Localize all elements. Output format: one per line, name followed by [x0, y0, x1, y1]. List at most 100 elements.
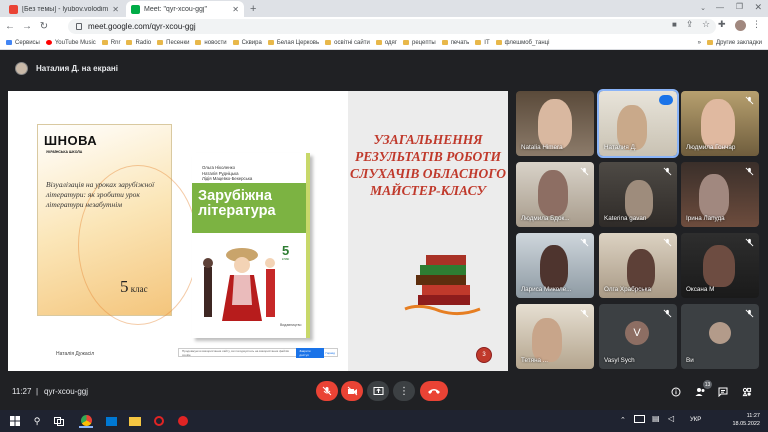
language-indicator[interactable]: УКР — [690, 417, 701, 423]
participant-tile[interactable]: Олга Храбрська — [599, 233, 677, 298]
minimize-icon[interactable]: — — [716, 3, 724, 12]
bookmark-item[interactable]: Песенки — [157, 40, 189, 46]
file-explorer-icon[interactable] — [128, 414, 142, 428]
tab-label: Meet: "qyr-xcou-ggj" — [144, 5, 207, 13]
meeting-details-button[interactable] — [670, 386, 682, 398]
mic-off-icon — [663, 309, 672, 318]
bookmark-item[interactable]: YouTube Music — [45, 40, 96, 46]
back-icon[interactable]: ← — [3, 20, 17, 34]
bookmark-item[interactable]: флешмоб_танці — [495, 40, 549, 46]
opera-browser-icon[interactable] — [176, 414, 190, 428]
nova-subtitle: УКРАЇНСЬКА ШКОЛА — [46, 150, 83, 154]
folder-icon — [375, 40, 382, 45]
address-bar[interactable]: meet.google.com/qyr-xcou-ggj — [68, 19, 716, 34]
tab-label: [Без темы] - lyubov.volodimirivn — [22, 5, 109, 13]
presenter-avatar — [15, 61, 28, 75]
participant-tile[interactable]: Ірина Лапуда — [681, 162, 759, 227]
bookmark-item[interactable]: Белая Церковь — [267, 40, 319, 46]
clock[interactable]: 11:27 18.05.2022 — [732, 412, 760, 428]
participant-video — [532, 318, 562, 362]
close-window-icon[interactable]: ✕ — [754, 2, 762, 13]
participant-name: Людмила Бдок... — [521, 215, 570, 222]
participant-tile[interactable]: Тетяна ... — [516, 304, 594, 369]
bookmark-item[interactable]: печать — [441, 40, 469, 46]
consent-ok-link[interactable]: Гаразд — [326, 351, 336, 355]
extensions-icon[interactable]: ✚ — [718, 19, 726, 30]
participant-name: Natalia Himera — [521, 144, 563, 151]
participant-video — [701, 99, 735, 149]
other-bookmarks[interactable]: Другие закладки — [707, 40, 762, 46]
people-icon — [695, 388, 704, 396]
search-icon[interactable]: ⚲ — [30, 414, 44, 428]
mic-off-icon — [663, 167, 672, 176]
participant-tile[interactable]: Katerina gavan — [599, 162, 677, 227]
share-icon[interactable]: ⇪ — [686, 19, 694, 30]
book1-description: Візуалізація на уроках зарубіжної літера… — [46, 180, 155, 209]
reload-icon[interactable]: ↻ — [37, 20, 51, 34]
network-icon[interactable]: ▤ — [652, 414, 660, 423]
bookmark-item[interactable]: Radio — [126, 40, 151, 46]
activities-button[interactable] — [741, 386, 753, 398]
new-tab-button[interactable]: + — [250, 3, 256, 15]
close-tab-icon[interactable]: ✕ — [232, 5, 239, 14]
bookmark-star-icon[interactable]: ☆ — [702, 19, 710, 30]
bookmark-item[interactable]: освітні сайти — [325, 40, 370, 46]
participant-tile-self[interactable]: Ви — [681, 304, 759, 369]
mic-off-icon — [745, 96, 754, 105]
leave-call-button[interactable] — [420, 381, 448, 401]
volume-icon[interactable]: ◁ — [668, 414, 674, 423]
participant-tile[interactable]: Оксана М — [681, 233, 759, 298]
maximize-icon[interactable]: ❐ — [736, 2, 743, 11]
consent-button[interactable]: Закрити доступ — [296, 347, 324, 358]
camera-toggle-button[interactable] — [341, 381, 363, 401]
task-view-icon[interactable] — [52, 414, 66, 428]
close-tab-icon[interactable]: ✕ — [112, 5, 119, 14]
bookmarks-more-button[interactable]: » — [698, 40, 701, 46]
participant-video — [538, 99, 572, 149]
bookmark-item[interactable]: рецепты — [402, 40, 436, 46]
battery-icon[interactable] — [634, 415, 645, 423]
clock-date: 18.05.2022 — [732, 421, 760, 427]
participant-video — [625, 180, 653, 220]
opera-taskbar-icon[interactable] — [152, 414, 166, 428]
slide-title-panel: УЗАГАЛЬНЕННЯ РЕЗУЛЬТАТІВ РОБОТИ СЛУХАЧІВ… — [348, 91, 508, 371]
tab-gmail[interactable]: [Без темы] - lyubov.volodimirivn ✕ — [4, 1, 124, 17]
participant-tile[interactable]: Людмила Бдок... — [516, 162, 594, 227]
participant-tile[interactable]: V Vasyl Sych — [599, 304, 677, 369]
separator: | — [36, 387, 39, 396]
camera-permission-icon[interactable]: ■ — [672, 20, 677, 29]
participant-name: Лариса Миколе... — [521, 286, 572, 293]
participant-tile[interactable]: Людмила Гончар — [681, 91, 759, 156]
folder-icon — [707, 40, 714, 45]
present-screen-button[interactable] — [367, 381, 389, 401]
mic-toggle-button[interactable] — [316, 381, 338, 401]
mic-off-icon — [663, 238, 672, 247]
participant-tile-active-presenter[interactable]: Наталия Д. — [597, 89, 679, 158]
participant-video — [703, 245, 735, 287]
bookmark-item[interactable]: Сервисы — [6, 40, 40, 46]
tab-search-icon[interactable]: ⌄ — [700, 4, 706, 12]
profile-avatar[interactable] — [735, 20, 746, 31]
bookmark-item[interactable]: IT — [475, 40, 490, 46]
tab-meet[interactable]: Meet: "qyr-xcou-ggj" ✕ — [126, 1, 244, 17]
folder-icon — [267, 40, 274, 45]
tray-expand-icon[interactable]: ⌃ — [620, 416, 626, 424]
chat-icon — [718, 387, 728, 397]
author-caption: Наталія Дужасіл — [56, 351, 95, 357]
bookmark-item[interactable]: Сквира — [232, 40, 262, 46]
activities-icon — [742, 387, 752, 397]
bookmark-item[interactable]: новости — [195, 40, 227, 46]
menu-dots-icon[interactable]: ⋮ — [752, 19, 761, 30]
book-cover-literature: Ольга Ніколенко Наталія Рудніцька Лідія … — [192, 153, 310, 338]
bookmark-item[interactable]: Rnr — [101, 40, 120, 46]
mail-taskbar-icon[interactable] — [104, 414, 118, 428]
chrome-taskbar-icon[interactable] — [79, 414, 93, 428]
more-options-button[interactable]: ⋮ — [393, 381, 415, 401]
windows-start-icon[interactable] — [8, 414, 22, 428]
forward-icon[interactable]: → — [20, 20, 34, 34]
participant-tile[interactable]: Лариса Миколе... — [516, 233, 594, 298]
bookmark-item[interactable]: одяг — [375, 40, 397, 46]
participant-tile[interactable]: Natalia Himera — [516, 91, 594, 156]
chat-button[interactable] — [717, 386, 729, 398]
browser-chrome: [Без темы] - lyubov.volodimirivn ✕ Meet:… — [0, 0, 768, 50]
